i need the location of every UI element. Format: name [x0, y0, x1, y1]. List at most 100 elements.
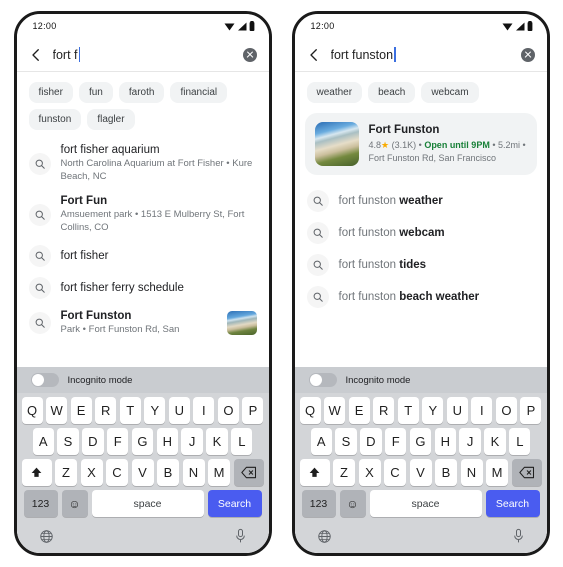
incognito-toggle[interactable] — [30, 373, 59, 387]
key-n[interactable]: N — [460, 459, 483, 486]
key-w[interactable]: W — [324, 397, 346, 424]
key-v[interactable]: V — [409, 459, 432, 486]
microphone-icon[interactable] — [512, 528, 525, 544]
key-d[interactable]: D — [82, 428, 104, 455]
key-p[interactable]: P — [242, 397, 264, 424]
key-y[interactable]: Y — [422, 397, 444, 424]
key-c[interactable]: C — [384, 459, 406, 486]
key-h[interactable]: H — [156, 428, 178, 455]
key-z[interactable]: Z — [333, 459, 355, 486]
search-input[interactable]: fort funston — [331, 47, 513, 62]
key-s[interactable]: S — [335, 428, 357, 455]
key-q[interactable]: Q — [299, 397, 321, 424]
key-h[interactable]: H — [434, 428, 456, 455]
emoji-key[interactable]: ☺ — [339, 490, 366, 517]
back-arrow-icon[interactable] — [305, 46, 323, 64]
incognito-mode-row[interactable]: Incognito mode — [294, 367, 547, 393]
incognito-mode-row[interactable]: Incognito mode — [16, 367, 269, 393]
space-key[interactable]: space — [91, 490, 204, 517]
key-t[interactable]: T — [119, 397, 141, 424]
backspace-key[interactable] — [511, 459, 542, 486]
numeric-key[interactable]: 123 — [301, 490, 336, 517]
key-e[interactable]: E — [70, 397, 92, 424]
chip-beach[interactable]: beach — [368, 82, 416, 103]
list-item[interactable]: Fort Funston Park • Fort Funston Rd, San — [17, 304, 269, 342]
shift-key[interactable] — [299, 459, 330, 486]
key-q[interactable]: Q — [21, 397, 43, 424]
key-x[interactable]: X — [358, 459, 381, 486]
key-c[interactable]: C — [106, 459, 128, 486]
globe-icon[interactable] — [317, 529, 332, 544]
key-i[interactable]: I — [471, 397, 493, 424]
chip-weather[interactable]: weather — [306, 82, 363, 103]
key-j[interactable]: J — [181, 428, 203, 455]
key-f[interactable]: F — [107, 428, 129, 455]
shift-key[interactable] — [21, 459, 52, 486]
chip-fisher[interactable]: fisher — [28, 82, 73, 103]
key-x[interactable]: X — [80, 459, 103, 486]
search-bar[interactable]: fort funston — [294, 38, 547, 72]
chip-flagler[interactable]: flagler — [87, 109, 135, 130]
backspace-key[interactable] — [233, 459, 264, 486]
chip-financial[interactable]: financial — [170, 82, 228, 103]
search-key[interactable]: Search — [485, 490, 540, 517]
chip-faroth[interactable]: faroth — [118, 82, 165, 103]
key-y[interactable]: Y — [144, 397, 166, 424]
space-key[interactable]: space — [369, 490, 482, 517]
key-l[interactable]: L — [231, 428, 253, 455]
list-item[interactable]: fort funston weather — [295, 185, 547, 217]
key-e[interactable]: E — [348, 397, 370, 424]
list-item[interactable]: Fort Fun Amsuement park • 1513 E Mulberr… — [17, 189, 269, 240]
key-b[interactable]: B — [157, 459, 179, 486]
back-arrow-icon[interactable] — [27, 46, 45, 64]
key-k[interactable]: K — [206, 428, 228, 455]
key-i[interactable]: I — [193, 397, 215, 424]
key-k[interactable]: K — [484, 428, 506, 455]
place-card[interactable]: Fort Funston 4.8★ (3.1K) • Open until 9P… — [304, 113, 537, 175]
key-f[interactable]: F — [385, 428, 407, 455]
chip-webcam[interactable]: webcam — [421, 82, 479, 103]
key-v[interactable]: V — [131, 459, 154, 486]
list-item[interactable]: fort fisher — [17, 240, 269, 272]
numeric-key[interactable]: 123 — [23, 490, 58, 517]
list-item[interactable]: fort funston webcam — [295, 217, 547, 249]
key-g[interactable]: G — [131, 428, 154, 455]
key-j[interactable]: J — [459, 428, 481, 455]
globe-icon[interactable] — [39, 529, 54, 544]
key-s[interactable]: S — [57, 428, 79, 455]
key-a[interactable]: A — [310, 428, 332, 455]
key-u[interactable]: U — [446, 397, 468, 424]
list-item[interactable]: fort fisher ferry schedule — [17, 272, 269, 304]
key-m[interactable]: M — [486, 459, 508, 486]
key-l[interactable]: L — [509, 428, 531, 455]
key-g[interactable]: G — [409, 428, 432, 455]
key-o[interactable]: O — [495, 397, 517, 424]
clear-icon[interactable] — [242, 47, 257, 62]
list-item[interactable]: fort fisher aquarium North Carolina Aqua… — [17, 138, 269, 189]
search-bar[interactable]: fort f — [16, 38, 269, 72]
key-r[interactable]: R — [373, 397, 395, 424]
keyboard-bottom-bar — [17, 521, 269, 551]
key-o[interactable]: O — [217, 397, 239, 424]
chip-fun[interactable]: fun — [78, 82, 113, 103]
incognito-toggle[interactable] — [308, 373, 337, 387]
key-r[interactable]: R — [95, 397, 117, 424]
key-n[interactable]: N — [182, 459, 205, 486]
key-p[interactable]: P — [520, 397, 542, 424]
chip-funston[interactable]: funston — [28, 109, 82, 130]
key-t[interactable]: T — [397, 397, 419, 424]
search-input[interactable]: fort f — [53, 47, 235, 62]
list-item[interactable]: fort funston tides — [295, 249, 547, 281]
microphone-icon[interactable] — [234, 528, 247, 544]
key-b[interactable]: B — [435, 459, 457, 486]
key-z[interactable]: Z — [55, 459, 77, 486]
key-u[interactable]: U — [168, 397, 190, 424]
list-item[interactable]: fort funston beach weather — [295, 281, 547, 313]
key-a[interactable]: A — [32, 428, 54, 455]
emoji-key[interactable]: ☺ — [61, 490, 88, 517]
clear-icon[interactable] — [520, 47, 535, 62]
key-d[interactable]: D — [360, 428, 382, 455]
key-m[interactable]: M — [208, 459, 230, 486]
search-key[interactable]: Search — [207, 490, 262, 517]
key-w[interactable]: W — [46, 397, 68, 424]
